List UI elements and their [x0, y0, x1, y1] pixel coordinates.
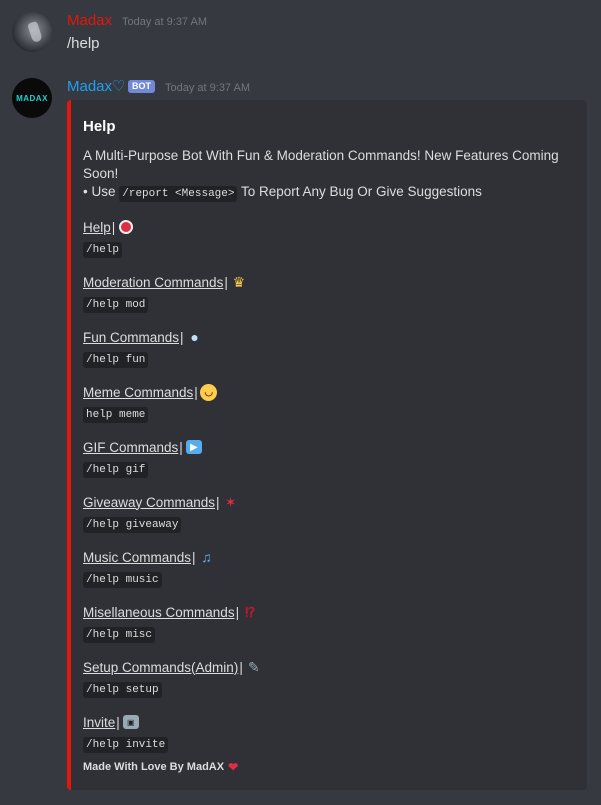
field-gif-name[interactable]: GIF Commands: [83, 440, 178, 455]
movie-camera-emoji-icon: ▶: [185, 438, 203, 456]
field-music-value: /help music: [83, 572, 162, 588]
embed-description: A Multi-Purpose Bot With Fun & Moderatio…: [83, 147, 563, 203]
field-misc: Misellaneous Commands | ⁉ /help misc: [83, 602, 259, 643]
field-moderation-name[interactable]: Moderation Commands: [83, 275, 223, 290]
bot-avatar-text: MADAX: [16, 93, 48, 103]
field-gif-value: /help gif: [83, 462, 149, 478]
bot-username[interactable]: Madax♡: [67, 77, 125, 95]
field-misc-value: /help misc: [83, 627, 156, 643]
field-meme-value: help meme: [83, 407, 149, 423]
field-help-value: /help: [83, 242, 123, 258]
bullet-tail-text: To Report Any Bug Or Give Suggestions: [237, 184, 482, 199]
robot-emoji-icon: ▣: [122, 713, 140, 731]
footer-text: Made With Love By MadAX: [83, 761, 225, 773]
field-giveaway-value: /help giveaway: [83, 517, 182, 533]
party-popper-emoji-icon: ✶: [224, 493, 237, 510]
bullet-text: • Use: [83, 184, 120, 199]
field-meme-name[interactable]: Meme Commands: [83, 385, 193, 400]
field-music-name[interactable]: Music Commands: [83, 550, 191, 565]
interrobang-emoji-icon: ⁉: [244, 603, 256, 620]
field-fun-value: /help fun: [83, 352, 149, 368]
field-setup-name[interactable]: Setup Commands(Admin): [83, 660, 238, 675]
field-help: Help | /help: [83, 217, 135, 258]
field-moderation: Moderation Commands | ♛ /help mod: [83, 272, 248, 313]
field-fun: Fun Commands | ● /help fun: [83, 327, 204, 368]
field-misc-name[interactable]: Misellaneous Commands: [83, 605, 235, 620]
embed-description-line: A Multi-Purpose Bot With Fun & Moderatio…: [83, 148, 559, 181]
field-music: Music Commands | ♫ /help music: [83, 547, 216, 588]
field-gif: GIF Commands | ▶ /help gif: [83, 437, 203, 478]
musical-note-emoji-icon: ♫: [201, 549, 212, 565]
crown-emoji-icon: ♛: [232, 273, 246, 290]
field-moderation-value: /help mod: [83, 297, 149, 313]
field-giveaway-name[interactable]: Giveaway Commands: [83, 495, 215, 510]
speech-bubble-emoji-icon: ●: [190, 329, 199, 345]
laughing-face-emoji-icon: ◡: [200, 383, 218, 401]
field-invite-value: /help invite: [83, 737, 169, 753]
embed-description-bullet: • Use /report <Message> To Report Any Bu…: [83, 183, 563, 203]
field-meme: Meme Commands | ◡ help meme: [83, 382, 218, 423]
field-setup-value: /help setup: [83, 682, 162, 698]
field-invite-name[interactable]: Invite: [83, 715, 115, 730]
help-emoji-icon: [117, 218, 135, 236]
field-fun-name[interactable]: Fun Commands: [83, 330, 179, 345]
report-command-code: /report <Message>: [119, 186, 238, 202]
help-embed: Help A Multi-Purpose Bot With Fun & Mode…: [67, 100, 587, 790]
bot-timestamp: Today at 9:37 AM: [165, 82, 250, 94]
bot-badge: BOT: [128, 80, 155, 93]
wrench-emoji-icon: ✎: [247, 658, 260, 675]
embed-footer: Made With Love By MadAX ❤: [83, 760, 238, 774]
embed-title: Help: [83, 118, 116, 135]
bot-message: MADAX Madax♡ BOT Today at 9:37 AM Help A…: [0, 0, 601, 805]
field-setup: Setup Commands(Admin) | ✎ /help setup: [83, 657, 263, 698]
heart-icon: ❤: [228, 760, 239, 774]
field-help-name[interactable]: Help: [83, 220, 111, 235]
bot-avatar[interactable]: MADAX: [12, 78, 52, 118]
field-invite: Invite | ▣ /help invite: [83, 712, 169, 753]
field-giveaway: Giveaway Commands | ✶ /help giveaway: [83, 492, 240, 533]
